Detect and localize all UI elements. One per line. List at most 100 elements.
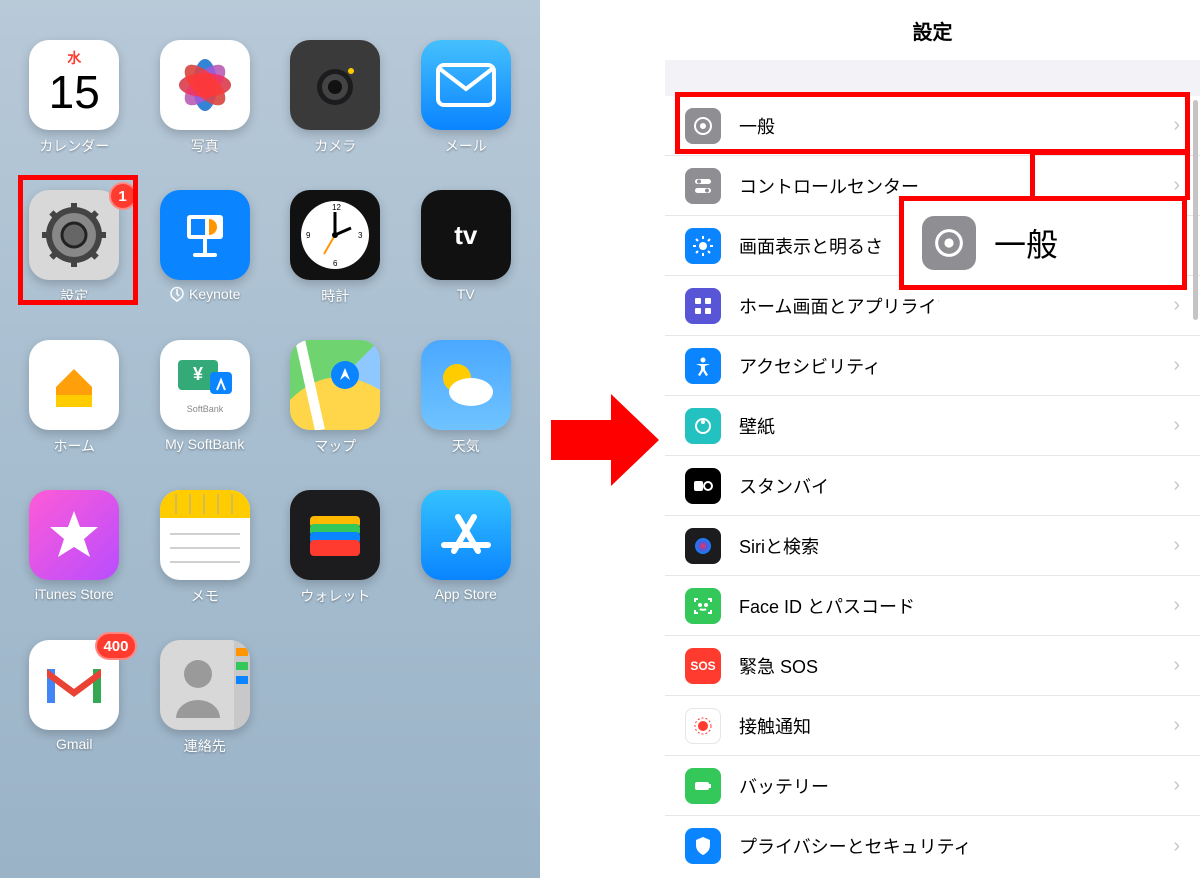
row-label: コントロールセンター [739, 173, 919, 199]
gear-icon [922, 216, 976, 270]
app-mail[interactable]: メール [412, 40, 521, 156]
chevron-right-icon: › [1173, 414, 1180, 437]
row-label: アクセシビリティ [739, 353, 881, 379]
callout-general: 一般 [899, 196, 1187, 290]
app-camera[interactable]: カメラ [281, 40, 390, 156]
row-label: 壁紙 [739, 413, 775, 439]
app-home[interactable]: ホーム [20, 340, 129, 456]
app-settings[interactable]: 1 設定 [20, 190, 129, 306]
settings-title: 設定 [665, 0, 1200, 60]
app-appstore[interactable]: App Store [412, 490, 521, 606]
itunes-icon [29, 490, 119, 580]
chevron-right-icon: › [1173, 594, 1180, 617]
chevron-right-icon: › [1173, 174, 1180, 197]
app-label: App Store [435, 586, 497, 602]
row-label: 接触通知 [739, 713, 811, 739]
row-label: スタンバイ [739, 473, 829, 499]
app-label: TV [457, 286, 475, 302]
home-icon [29, 340, 119, 430]
app-label: メモ [191, 586, 219, 606]
chevron-right-icon: › [1173, 835, 1180, 858]
gmail-badge: 400 [95, 632, 136, 660]
app-label: マップ [314, 436, 356, 456]
app-keynote[interactable]: Keynote [151, 190, 260, 306]
clock-icon: 12369 [290, 190, 380, 280]
privacy-icon [685, 828, 721, 864]
mysoftbank-icon: ¥ SoftBank [160, 340, 250, 430]
chevron-right-icon: › [1173, 534, 1180, 557]
row-label: 一般 [739, 113, 775, 139]
wallpaper-icon [685, 408, 721, 444]
siri-icon [685, 528, 721, 564]
accessibility-icon [685, 348, 721, 384]
home-screen: 水 15 カレンダー [0, 0, 540, 878]
row-battery[interactable]: バッテリー › [665, 756, 1200, 816]
arrow-icon [545, 380, 665, 500]
sos-icon: SOS [685, 648, 721, 684]
app-label: Keynote [169, 286, 240, 302]
svg-text:9: 9 [306, 231, 311, 240]
app-clock[interactable]: 12369 時計 [281, 190, 390, 306]
faceid-icon [685, 588, 721, 624]
app-label: Gmail [56, 736, 93, 752]
camera-icon [290, 40, 380, 130]
app-maps[interactable]: マップ [281, 340, 390, 456]
row-general[interactable]: 一般 › [665, 96, 1200, 156]
row-privacy[interactable]: プライバシーとセキュリティ › [665, 816, 1200, 876]
row-label: Siriと検索 [739, 533, 819, 559]
app-notes[interactable]: メモ [151, 490, 260, 606]
app-contacts[interactable]: 連絡先 [151, 640, 260, 756]
exposure-icon [685, 708, 721, 744]
scrollbar[interactable] [1193, 100, 1198, 320]
row-wallpaper[interactable]: 壁紙 › [665, 396, 1200, 456]
callout-label: 一般 [994, 220, 1058, 266]
app-itunes[interactable]: iTunes Store [20, 490, 129, 606]
maps-icon [290, 340, 380, 430]
app-photos[interactable]: 写真 [151, 40, 260, 156]
svg-text:6: 6 [333, 259, 338, 268]
row-label: ホーム画面とアプリライブラリ [739, 293, 939, 319]
chevron-right-icon: › [1173, 774, 1180, 797]
contacts-icon [160, 640, 250, 730]
svg-text:SoftBank: SoftBank [186, 404, 223, 414]
appstore-icon [421, 490, 511, 580]
svg-text:12: 12 [332, 203, 341, 212]
app-tv[interactable]: tv TV [412, 190, 521, 306]
standby-icon [685, 468, 721, 504]
app-label: My SoftBank [165, 436, 244, 452]
row-exposure[interactable]: 接触通知 › [665, 696, 1200, 756]
row-faceid[interactable]: Face ID とパスコード › [665, 576, 1200, 636]
row-label: 画面表示と明るさ [739, 233, 883, 259]
mail-icon [421, 40, 511, 130]
app-calendar[interactable]: 水 15 カレンダー [20, 40, 129, 156]
app-gmail[interactable]: 400 Gmail [20, 640, 129, 756]
keynote-icon [160, 190, 250, 280]
svg-text:¥: ¥ [193, 364, 203, 384]
app-label: 写真 [191, 136, 219, 156]
control-center-icon [685, 168, 721, 204]
row-sos[interactable]: SOS 緊急 SOS › [665, 636, 1200, 696]
photos-icon [160, 40, 250, 130]
app-label: カメラ [314, 136, 356, 156]
row-label: Face ID とパスコード [739, 593, 915, 619]
app-label: 時計 [321, 286, 349, 306]
settings-icon [29, 190, 119, 280]
weather-icon [421, 340, 511, 430]
display-icon [685, 228, 721, 264]
row-standby[interactable]: スタンバイ › [665, 456, 1200, 516]
app-label: 設定 [60, 286, 88, 306]
settings-badge: 1 [109, 182, 137, 210]
row-accessibility[interactable]: アクセシビリティ › [665, 336, 1200, 396]
battery-icon [685, 768, 721, 804]
app-wallet[interactable]: ウォレット [281, 490, 390, 606]
row-siri[interactable]: Siriと検索 › [665, 516, 1200, 576]
chevron-right-icon: › [1173, 294, 1180, 317]
chevron-right-icon: › [1173, 654, 1180, 677]
app-label: ホーム [53, 436, 95, 456]
wallet-icon [290, 490, 380, 580]
app-mysoftbank[interactable]: ¥ SoftBank My SoftBank [151, 340, 260, 456]
gear-icon [685, 108, 721, 144]
app-label: iTunes Store [35, 586, 114, 602]
row-label: プライバシーとセキュリティ [739, 833, 972, 859]
app-weather[interactable]: 天気 [412, 340, 521, 456]
